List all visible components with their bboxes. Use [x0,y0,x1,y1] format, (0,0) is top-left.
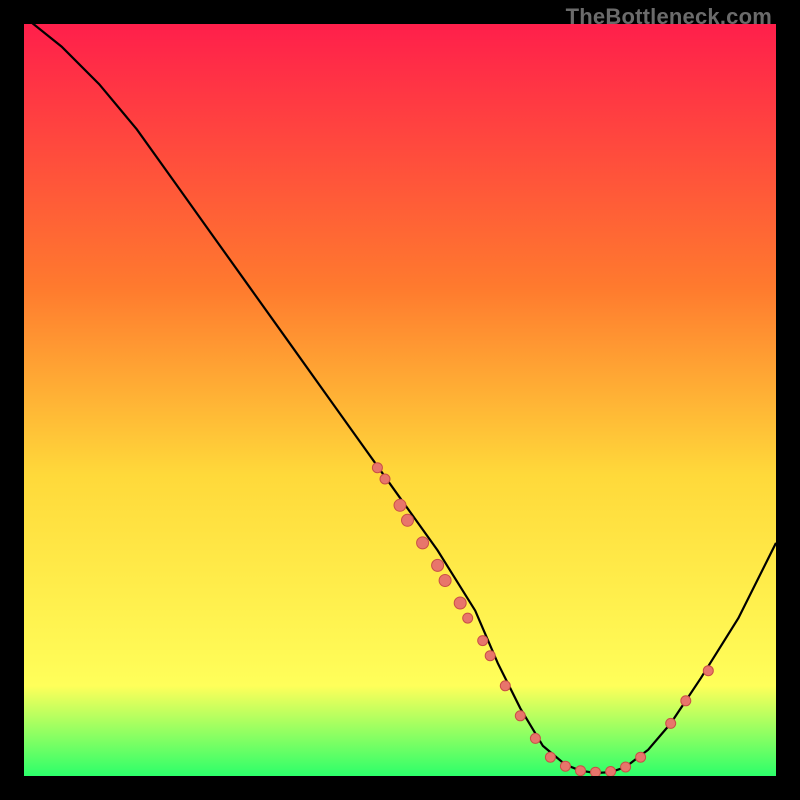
bottleneck-chart [24,24,776,776]
data-marker [439,575,451,587]
data-marker [666,718,676,728]
data-marker [530,733,540,743]
data-marker [402,514,414,526]
data-marker [621,762,631,772]
data-marker [576,766,586,776]
data-marker [463,613,473,623]
data-marker [515,711,525,721]
data-marker [703,666,713,676]
data-marker [454,597,466,609]
data-marker [545,752,555,762]
data-marker [485,651,495,661]
data-marker [681,696,691,706]
data-marker [417,537,429,549]
data-marker [432,559,444,571]
data-marker [636,752,646,762]
data-marker [372,463,382,473]
data-marker [606,767,616,777]
chart-frame [24,24,776,776]
data-marker [394,499,406,511]
data-marker [500,681,510,691]
data-marker [478,636,488,646]
gradient-background [24,24,776,776]
data-marker [560,761,570,771]
data-marker [591,767,601,776]
data-marker [380,474,390,484]
